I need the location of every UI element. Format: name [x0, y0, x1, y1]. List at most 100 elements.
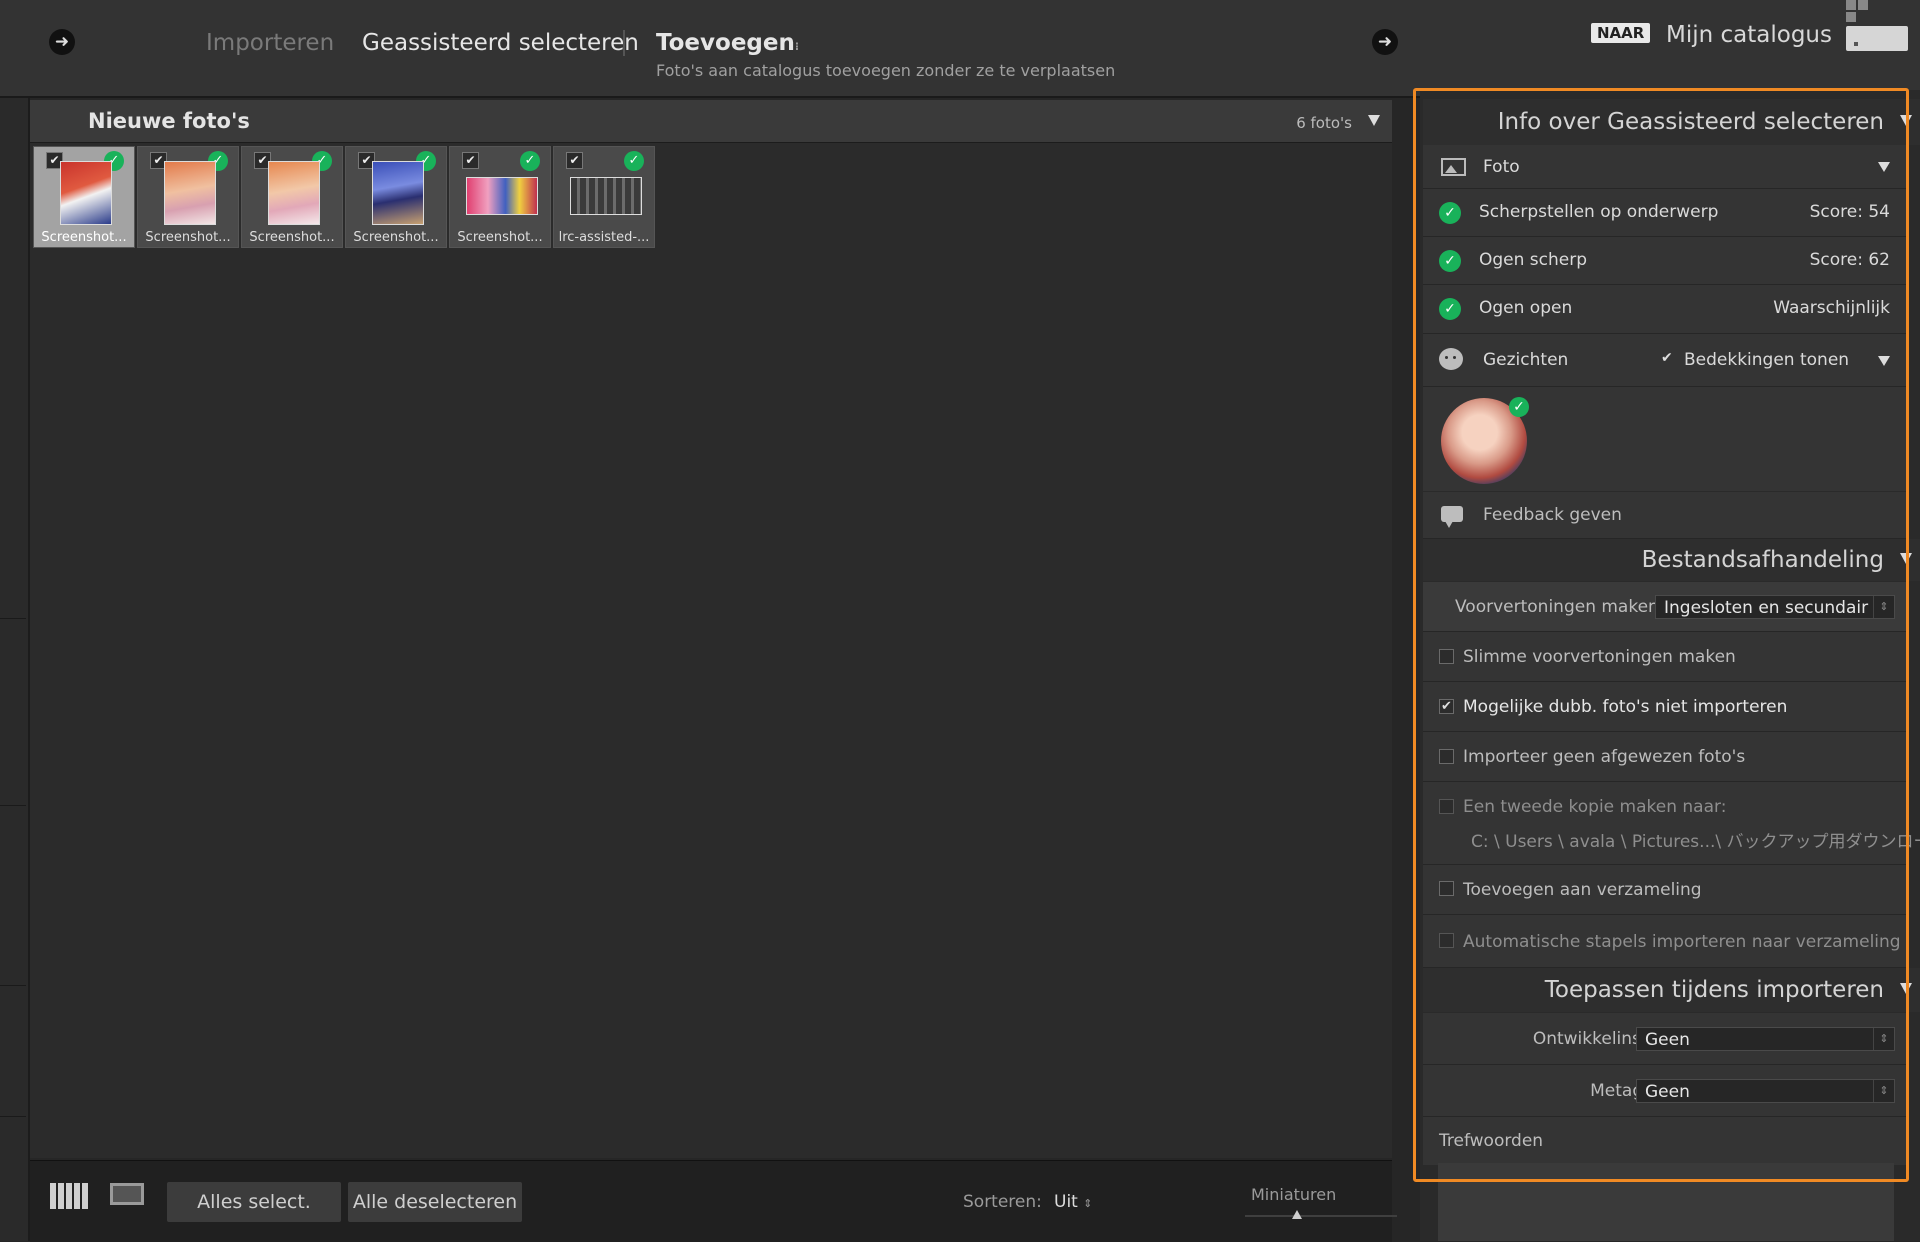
thumbnail-caption: Screenshot... — [41, 230, 127, 245]
assist-metric-label: Ogen scherp — [1479, 250, 1588, 270]
foto-label: Foto — [1483, 157, 1520, 177]
slider-handle[interactable] — [1291, 1210, 1302, 1219]
assist-metric-label: Scherpstellen op onderwerp — [1479, 202, 1719, 222]
smart-previews-checkbox[interactable] — [1439, 649, 1454, 664]
tab-importeren[interactable]: Importeren — [206, 30, 334, 56]
select-all-button[interactable]: Alles select. — [167, 1182, 341, 1222]
thumbnail[interactable]: ✔ ✓ Screenshot... — [345, 146, 447, 248]
tab-toevoegen[interactable]: Toevoegen⁝ — [656, 30, 799, 56]
option-row: Slimme voorvertoningen maken — [1423, 632, 1908, 682]
grid-view-icon[interactable] — [50, 1183, 88, 1209]
thumbnail[interactable]: ✔ ✓ Screenshot... — [449, 146, 551, 248]
check-circle-icon: ✓ — [1509, 397, 1529, 417]
thumbnail[interactable]: ✔ ✓ Screenshot... — [33, 146, 135, 248]
image-icon — [1441, 158, 1466, 176]
option-row: Importeer geen afgewezen foto's — [1423, 732, 1908, 782]
deselect-all-button[interactable]: Alle deselecteren — [348, 1182, 522, 1222]
previews-label: Voorvertoningen maken — [1455, 597, 1659, 617]
option-row: ✔ Mogelijke dubb. foto's niet importeren — [1423, 682, 1908, 732]
photo-preview — [466, 177, 538, 215]
show-masks-label: Bedekkingen tonen — [1684, 350, 1850, 370]
grid-header: Nieuwe foto's 6 foto's — [30, 100, 1392, 143]
assist-score-row: ✓ Ogen open Waarschijnlijk — [1423, 285, 1908, 334]
check-badge-icon: ✓ — [520, 151, 540, 171]
thumbnails-label: Miniaturen — [1251, 1185, 1337, 1204]
collapse-triangle-icon[interactable] — [1900, 115, 1912, 126]
assist-metric-label: Ogen open — [1479, 298, 1573, 318]
metadata-select[interactable]: Geen ⇕ — [1636, 1079, 1895, 1103]
no-duplicates-checkbox[interactable]: ✔ — [1439, 699, 1454, 714]
auto-stacks-row: Automatische stapels importeren naar ver… — [1423, 915, 1908, 968]
thumbnail-checkbox[interactable]: ✔ — [566, 152, 583, 169]
arrow-right-icon[interactable]: ➜ — [49, 29, 75, 55]
previews-select[interactable]: Ingesloten en secundair ⇕ — [1655, 595, 1895, 619]
metadata-value: Geen — [1645, 1082, 1690, 1102]
thumbnail-size-slider[interactable] — [1245, 1210, 1397, 1219]
photo-grid-panel — [30, 100, 1392, 1158]
option-label: Importeer geen afgewezen foto's — [1463, 747, 1746, 767]
add-collection-checkbox[interactable] — [1439, 881, 1454, 896]
photo-preview — [570, 177, 642, 215]
thumbnail[interactable]: ✔ ✓ Screenshot... — [241, 146, 343, 248]
loupe-view-icon[interactable] — [110, 1183, 144, 1205]
bottom-toolbar: Alles select. Alle deselecteren Sorteren… — [30, 1160, 1397, 1242]
top-bar: ➜ Importeren Geassisteerd selecteren Toe… — [0, 0, 1920, 98]
toevoegen-dropdown-icon: ⁝ — [794, 40, 800, 53]
dropdown-triangle-icon[interactable] — [1878, 162, 1890, 172]
thumbnail-caption: Screenshot... — [249, 230, 335, 245]
assist-metric-value: Score: 62 — [1809, 250, 1890, 270]
file-handling-title: Bestandsafhandeling — [1641, 547, 1884, 573]
photo-preview — [372, 161, 424, 225]
second-copy-checkbox[interactable] — [1439, 799, 1454, 814]
face-icon — [1439, 348, 1463, 370]
option-label: Mogelijke dubb. foto's niet importeren — [1463, 697, 1788, 717]
develop-select[interactable]: Geen ⇕ — [1636, 1027, 1895, 1051]
apply-section-header[interactable]: Toepassen tijdens importeren — [1423, 968, 1920, 1012]
thumbnail-caption: Screenshot... — [145, 230, 231, 245]
select-arrows-icon: ⇕ — [1873, 596, 1894, 618]
collapse-triangle-icon[interactable] — [1368, 115, 1380, 126]
faces-strip: ✓ — [1423, 387, 1908, 491]
add-collection-label: Toevoegen aan verzameling — [1463, 880, 1702, 900]
catalog-drive-icon[interactable] — [1846, 0, 1910, 52]
select-arrows-icon: ⇕ — [1873, 1028, 1894, 1050]
select-arrows-icon: ⇕ — [1873, 1080, 1894, 1102]
apply-section-title: Toepassen tijdens importeren — [1544, 977, 1884, 1003]
thumbnail-caption: lrc-assisted-... — [558, 230, 650, 245]
foto-row[interactable]: Foto — [1423, 145, 1908, 189]
no-rejected-checkbox[interactable] — [1439, 749, 1454, 764]
thumbnail-caption: Screenshot... — [457, 230, 543, 245]
faces-row: Gezichten ✔ Bedekkingen tonen — [1423, 334, 1908, 387]
left-panel-strip[interactable] — [0, 98, 30, 1241]
auto-stacks-checkbox[interactable] — [1439, 933, 1454, 948]
assist-section-title: Info over Geassisteerd selecteren — [1497, 109, 1884, 135]
add-collection-row: Toevoegen aan verzameling — [1423, 865, 1908, 915]
assist-section-header[interactable]: Info over Geassisteerd selecteren — [1423, 99, 1920, 145]
sort-value: Uit — [1054, 1192, 1078, 1212]
keywords-label: Trefwoorden — [1439, 1131, 1544, 1151]
feedback-label: Feedback geven — [1483, 505, 1622, 525]
catalog-name[interactable]: Mijn catalogus — [1666, 22, 1832, 48]
tab-geassisteerd-selecteren[interactable]: Geassisteerd selecteren — [362, 30, 639, 56]
collapse-triangle-icon[interactable] — [1900, 983, 1912, 994]
assist-score-row: ✓ Ogen scherp Score: 62 — [1423, 237, 1908, 285]
photo-preview — [268, 161, 320, 225]
assist-metric-value: Score: 54 — [1809, 202, 1890, 222]
thumbnail-checkbox[interactable]: ✔ — [462, 152, 479, 169]
show-masks-checkbox[interactable]: ✔ — [1661, 350, 1673, 366]
feedback-row[interactable]: Feedback geven — [1423, 492, 1908, 539]
arrow-right-icon[interactable]: ➜ — [1372, 29, 1398, 55]
thumbnail[interactable]: ✔ ✓ Screenshot... — [137, 146, 239, 248]
photo-preview — [60, 161, 112, 225]
sort-select[interactable]: Uit ⇕ — [1054, 1192, 1092, 1212]
second-copy-path[interactable]: C: \ Users \ avala \ Pictures...\ バックアップ… — [1471, 827, 1920, 852]
photo-count: 6 foto's — [1296, 114, 1352, 132]
collapse-triangle-icon[interactable] — [1900, 553, 1912, 564]
thumbnail[interactable]: ✔ ✓ lrc-assisted-... — [553, 146, 655, 248]
previews-row: Voorvertoningen maken Ingesloten en secu… — [1423, 582, 1908, 632]
grid-title: Nieuwe foto's — [88, 109, 250, 133]
keywords-input[interactable] — [1438, 1163, 1894, 1241]
file-handling-header[interactable]: Bestandsafhandeling — [1423, 539, 1920, 581]
previews-value: Ingesloten en secundair — [1664, 598, 1869, 618]
dropdown-triangle-icon[interactable] — [1878, 356, 1890, 366]
